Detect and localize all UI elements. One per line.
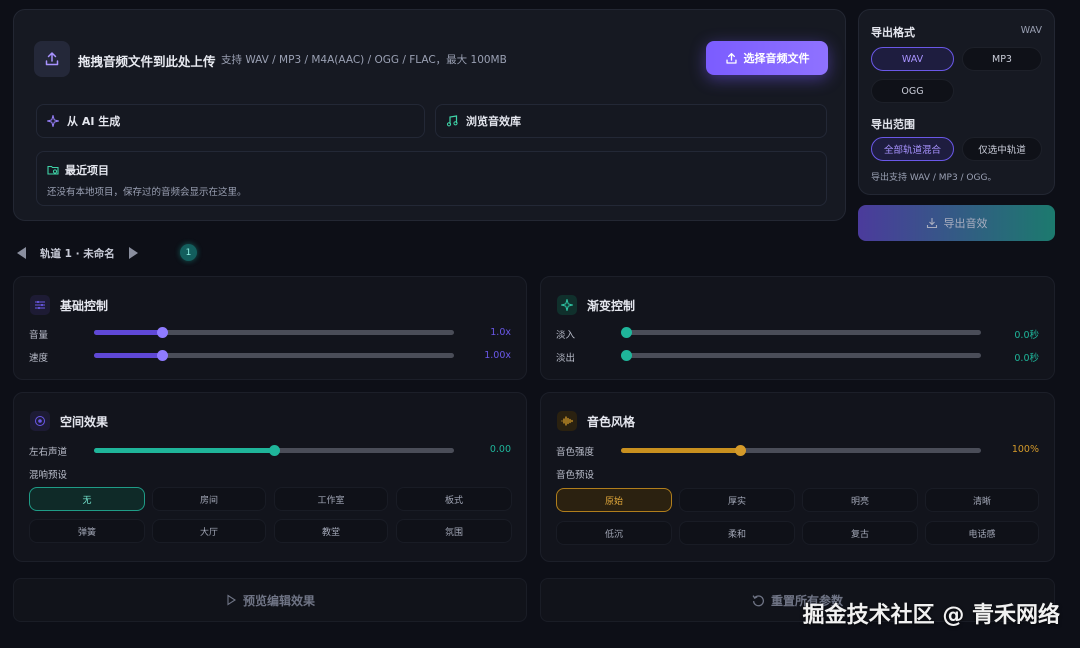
tone-deep[interactable]: 低沉	[556, 521, 672, 545]
upload-card[interactable]: 拖拽音频文件到此处上传 支持 WAV / MP3 / M4A(AAC) / OG…	[13, 9, 846, 221]
fade-in-label: 淡入	[556, 330, 576, 341]
slider-handle[interactable]	[269, 445, 280, 456]
speed-slider[interactable]	[94, 350, 454, 361]
range-selected-track[interactable]: 仅选中轨道	[962, 137, 1042, 161]
space-effects-panel: 空间效果 左右声道 0.00 混响预设 无 房间 工作室 板式 弹簧 大厅 教堂…	[13, 392, 527, 562]
export-settings: 导出格式 WAV WAV MP3 OGG 导出范围 全部轨道混合 仅选中轨道 导…	[858, 9, 1055, 195]
slider-fill	[94, 448, 274, 453]
fade-title: 渐变控制	[587, 298, 636, 313]
next-track-icon[interactable]	[128, 247, 138, 259]
speed-label: 速度	[29, 353, 49, 364]
export-format-current: WAV	[1020, 25, 1042, 36]
sound-library-button[interactable]: 浏览音效库	[435, 104, 827, 138]
slider-fill	[94, 353, 163, 358]
play-icon	[227, 594, 237, 606]
fade-out-label: 淡出	[556, 353, 576, 364]
format-wav[interactable]: WAV	[871, 47, 954, 71]
recent-title: 最近项目	[65, 164, 109, 177]
reverb-spring[interactable]: 弹簧	[29, 519, 145, 543]
slider-handle[interactable]	[621, 350, 632, 361]
volume-value: 1.0x	[490, 327, 511, 338]
prev-track-icon[interactable]	[17, 247, 26, 259]
volume-label: 音量	[29, 330, 49, 341]
choose-file-button[interactable]: 选择音频文件	[706, 41, 828, 75]
fade-controls-panel: 渐变控制 淡入 0.0秒 淡出 0.0秒	[540, 276, 1055, 380]
speed-value: 1.00x	[484, 350, 511, 361]
track-name: 轨道 1 · 未命名	[40, 247, 115, 260]
slider-handle[interactable]	[621, 327, 632, 338]
sparkle-icon	[557, 295, 577, 315]
tone-telephone[interactable]: 电话感	[925, 521, 1039, 545]
pan-slider[interactable]	[94, 445, 454, 456]
basic-controls-panel: 基础控制 音量 1.0x 速度 1.00x	[13, 276, 527, 380]
export-button-label: 导出音效	[943, 217, 988, 230]
reverb-ambient[interactable]: 氛围	[396, 519, 512, 543]
track-count-badge[interactable]: 1	[180, 244, 197, 261]
fade-in-value: 0.0秒	[1014, 330, 1039, 341]
music-note-icon	[446, 115, 458, 127]
tone-original[interactable]: 原始	[556, 488, 672, 512]
tone-strength-slider[interactable]	[621, 445, 981, 456]
upload-icon	[725, 52, 737, 64]
reset-icon	[752, 594, 764, 606]
folder-icon	[47, 165, 59, 175]
sound-library-label: 浏览音效库	[466, 115, 521, 128]
upload-icon	[34, 41, 70, 77]
export-range-title: 导出范围	[871, 118, 915, 131]
fade-out-slider[interactable]	[621, 350, 981, 361]
upload-title: 拖拽音频文件到此处上传	[78, 54, 216, 69]
fade-out-value: 0.0秒	[1014, 353, 1039, 364]
export-note: 导出支持 WAV / MP3 / OGG。	[871, 173, 997, 183]
pan-value: 0.00	[489, 444, 511, 455]
reverb-plate[interactable]: 板式	[396, 487, 512, 511]
export-format-title: 导出格式	[871, 26, 915, 39]
reverb-room[interactable]: 房间	[152, 487, 266, 511]
tone-clear[interactable]: 清晰	[925, 488, 1039, 512]
preview-label: 预览编辑效果	[242, 593, 315, 608]
slider-handle[interactable]	[734, 445, 746, 456]
reverb-hall[interactable]: 大厅	[152, 519, 266, 543]
volume-slider[interactable]	[94, 327, 454, 338]
recent-projects: 最近项目 还没有本地项目，保存过的音频会显示在这里。	[36, 151, 827, 206]
sparkle-icon	[47, 115, 59, 127]
target-icon	[30, 411, 50, 431]
reverb-church[interactable]: 教堂	[274, 519, 388, 543]
range-all-tracks[interactable]: 全部轨道混合	[871, 137, 954, 161]
tone-title: 音色风格	[587, 414, 636, 429]
ai-generate-button[interactable]: 从 AI 生成	[36, 104, 425, 138]
upload-hint: 支持 WAV / MP3 / M4A(AAC) / OGG / FLAC，最大 …	[221, 54, 507, 66]
basic-title: 基础控制	[60, 298, 109, 313]
choose-file-label: 选择音频文件	[743, 52, 810, 65]
reverb-label: 混响预设	[29, 470, 68, 481]
watermark: 掘金技术社区 @ 青禾网络	[802, 603, 1060, 628]
preview-button[interactable]: 预览编辑效果	[13, 578, 527, 622]
slider-fill	[621, 448, 740, 453]
tone-retro[interactable]: 复古	[802, 521, 918, 545]
pan-label: 左右声道	[29, 447, 68, 458]
tone-soft[interactable]: 柔和	[679, 521, 795, 545]
format-ogg[interactable]: OGG	[871, 79, 954, 103]
sliders-icon	[30, 295, 50, 315]
tone-bright[interactable]: 明亮	[802, 488, 918, 512]
export-button[interactable]: 导出音效	[858, 205, 1055, 241]
slider-fill	[94, 330, 163, 335]
tone-strength-label: 音色强度	[556, 447, 595, 458]
ai-generate-label: 从 AI 生成	[67, 115, 121, 128]
fade-in-slider[interactable]	[621, 327, 981, 338]
track-navigation: 轨道 1 · 未命名	[17, 244, 138, 262]
tone-thick[interactable]: 厚实	[679, 488, 795, 512]
waveform-icon	[557, 411, 577, 431]
recent-desc: 还没有本地项目，保存过的音频会显示在这里。	[47, 187, 247, 198]
reverb-none[interactable]: 无	[29, 487, 145, 511]
format-mp3[interactable]: MP3	[962, 47, 1042, 71]
slider-handle[interactable]	[157, 350, 169, 361]
space-title: 空间效果	[60, 414, 109, 429]
tone-strength-value: 100%	[1011, 444, 1039, 455]
download-icon	[926, 218, 937, 229]
reverb-studio[interactable]: 工作室	[274, 487, 388, 511]
slider-handle[interactable]	[157, 327, 169, 338]
tone-style-panel: 音色风格 音色强度 100% 音色预设 原始 厚实 明亮 清晰 低沉 柔和 复古…	[540, 392, 1055, 562]
tone-preset-label: 音色预设	[556, 470, 595, 481]
